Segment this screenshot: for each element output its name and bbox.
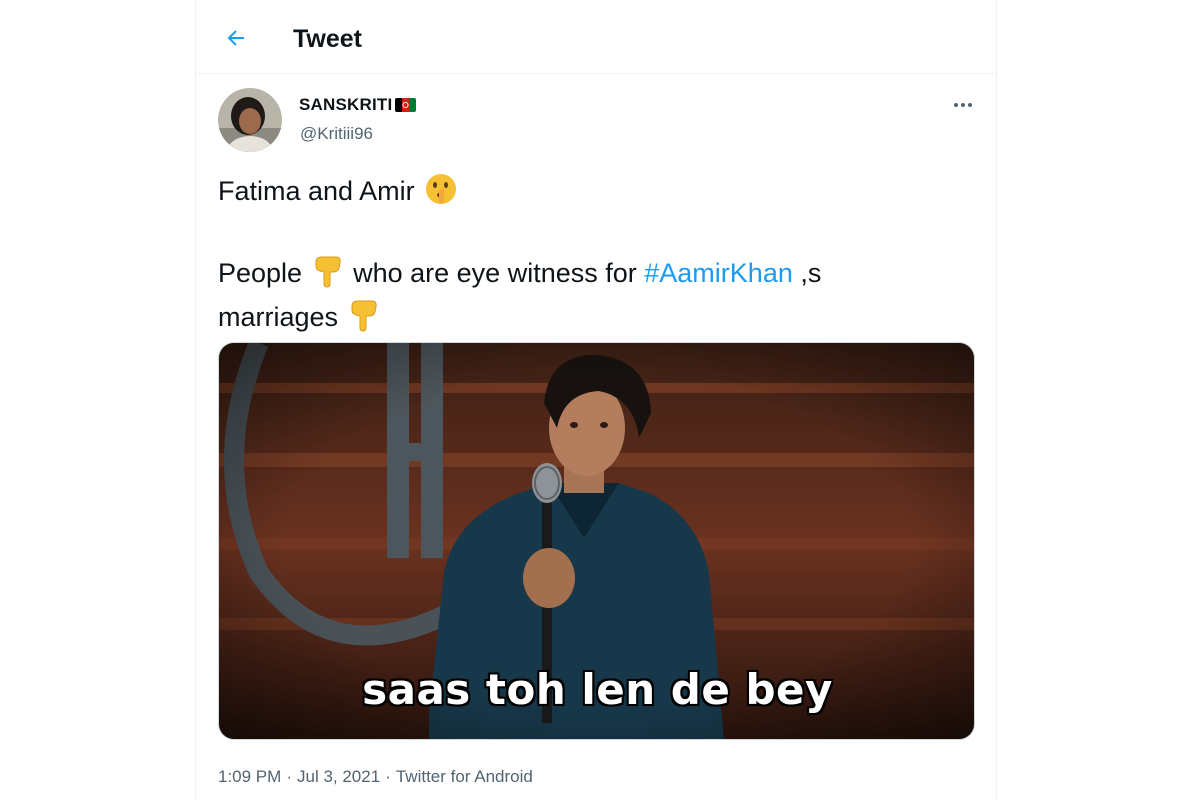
avatar[interactable] [218, 88, 282, 152]
top-bar: Tweet [196, 0, 996, 74]
tweet-media-gif[interactable]: saas toh len de bey [218, 342, 975, 740]
page-title: Tweet [293, 25, 362, 53]
tweet-text-marriages: marriages [218, 302, 339, 332]
tweet-text-witness: who are eye witness for [353, 258, 637, 288]
tweet-date[interactable]: Jul 3, 2021 [297, 767, 380, 787]
backhand-index-pointing-down-emoji [312, 254, 344, 298]
arrow-left-icon [227, 30, 244, 46]
tweet-line-3: marriages [218, 298, 958, 342]
more-horizontal-icon [954, 103, 972, 107]
shushing-face-emoji [424, 172, 458, 216]
tweet-text-fatima: Fatima and Amir [218, 176, 415, 206]
hashtag-link[interactable]: #AamirKhan [644, 258, 793, 288]
author-display-name: SANSKRITI [299, 95, 393, 114]
back-button[interactable] [218, 20, 254, 56]
tweet-text-people: People [218, 258, 303, 288]
more-options-button[interactable] [946, 91, 980, 119]
backhand-index-pointing-down-emoji [348, 298, 380, 342]
page: Tweet SANSKRITI @Kritiii96 Fatima and Am… [0, 0, 1200, 800]
tweet-time[interactable]: 1:09 PM [218, 767, 281, 787]
author-handle[interactable]: @Kritiii96 [300, 124, 373, 144]
tweet-column: Tweet SANSKRITI @Kritiii96 Fatima and Am… [195, 0, 997, 800]
tweet-text-suffix: ,s [800, 258, 822, 288]
tweet-line-2: People who are eye witness for #AamirKha… [218, 254, 958, 298]
author-name-row[interactable]: SANSKRITI [299, 95, 417, 115]
tweet-metadata: 1:09 PM · Jul 3, 2021 · Twitter for Andr… [218, 767, 533, 787]
meta-separator: · [385, 767, 391, 786]
tweet-text: Fatima and Amir People who are eye witne… [218, 172, 958, 342]
meta-separator: · [286, 767, 292, 786]
tweet-line-1: Fatima and Amir [218, 172, 958, 216]
afghanistan-flag-icon [395, 98, 417, 112]
tweet-source[interactable]: Twitter for Android [396, 767, 533, 787]
gif-caption: saas toh len de bey [362, 665, 833, 714]
